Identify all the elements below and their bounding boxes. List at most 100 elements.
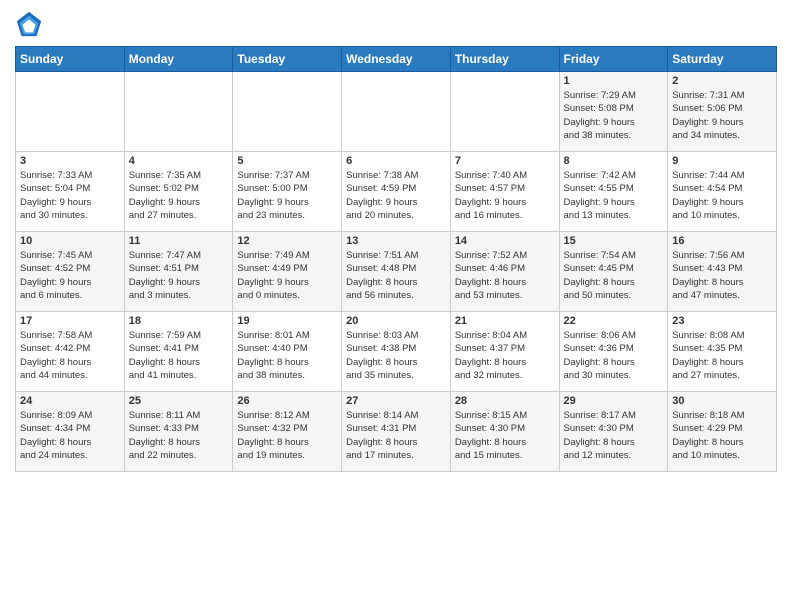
day-number: 23 [672,315,772,327]
day-info: Sunrise: 7:37 AM Sunset: 5:00 PM Dayligh… [237,169,337,222]
calendar-cell: 3Sunrise: 7:33 AM Sunset: 5:04 PM Daylig… [16,152,125,232]
day-number: 26 [237,395,337,407]
day-info: Sunrise: 7:40 AM Sunset: 4:57 PM Dayligh… [455,169,555,222]
calendar-cell: 27 Sunrise: 8:14 AM Sunset: 4:31 PM Dayli… [342,392,451,472]
day-number: 5 [237,155,337,167]
day-number: 27 [346,395,446,407]
calendar-cell: 26 Sunrise: 8:12 AM Sunset: 4:32 PM Dayli… [233,392,342,472]
calendar-cell: 21 Sunrise: 8:04 AM Sunset: 4:37 PM Dayli… [450,312,559,392]
calendar-cell: 20 Sunrise: 8:03 AM Sunset: 4:38 PM Dayli… [342,312,451,392]
day-info: Sunrise: 7:59 AM Sunset: 4:41 PM Dayligh… [129,329,229,382]
day-number: 24 [20,395,120,407]
day-info: Sunrise: 7:49 AM Sunset: 4:49 PM Dayligh… [237,249,337,302]
weekday-header: Thursday [450,47,559,72]
day-number: 18 [129,315,229,327]
weekday-header: Sunday [16,47,125,72]
calendar-week-row: 24 Sunrise: 8:09 AM Sunset: 4:34 PM Dayli… [16,392,777,472]
calendar-cell [124,72,233,152]
day-info: Sunrise: 8:15 AM Sunset: 4:30 PM Dayligh… [455,409,555,462]
calendar-cell: 4Sunrise: 7:35 AM Sunset: 5:02 PM Daylig… [124,152,233,232]
calendar-week-row: 17 Sunrise: 7:58 AM Sunset: 4:42 PM Dayli… [16,312,777,392]
logo-icon [15,10,43,38]
calendar-cell: 11 Sunrise: 7:47 AM Sunset: 4:51 PM Dayli… [124,232,233,312]
day-info: Sunrise: 7:38 AM Sunset: 4:59 PM Dayligh… [346,169,446,222]
calendar-cell: 6Sunrise: 7:38 AM Sunset: 4:59 PM Daylig… [342,152,451,232]
day-info: Sunrise: 8:14 AM Sunset: 4:31 PM Dayligh… [346,409,446,462]
day-info: Sunrise: 8:06 AM Sunset: 4:36 PM Dayligh… [564,329,664,382]
day-info: Sunrise: 7:31 AM Sunset: 5:06 PM Dayligh… [672,89,772,142]
day-number: 2 [672,75,772,87]
calendar-cell [450,72,559,152]
day-number: 16 [672,235,772,247]
day-info: Sunrise: 8:18 AM Sunset: 4:29 PM Dayligh… [672,409,772,462]
weekday-header: Friday [559,47,668,72]
calendar-cell [342,72,451,152]
calendar-cell: 13Sunrise: 7:51 AM Sunset: 4:48 PM Dayli… [342,232,451,312]
day-info: Sunrise: 8:12 AM Sunset: 4:32 PM Dayligh… [237,409,337,462]
day-info: Sunrise: 7:42 AM Sunset: 4:55 PM Dayligh… [564,169,664,222]
day-number: 19 [237,315,337,327]
day-info: Sunrise: 8:08 AM Sunset: 4:35 PM Dayligh… [672,329,772,382]
calendar-cell: 2 Sunrise: 7:31 AM Sunset: 5:06 PM Daylig… [668,72,777,152]
day-number: 20 [346,315,446,327]
header-row: SundayMondayTuesdayWednesdayThursdayFrid… [16,47,777,72]
day-number: 12 [237,235,337,247]
day-number: 3 [20,155,120,167]
calendar-cell: 25Sunrise: 8:11 AM Sunset: 4:33 PM Dayli… [124,392,233,472]
calendar-cell: 5 Sunrise: 7:37 AM Sunset: 5:00 PM Daylig… [233,152,342,232]
calendar-cell: 19 Sunrise: 8:01 AM Sunset: 4:40 PM Dayli… [233,312,342,392]
day-info: Sunrise: 7:51 AM Sunset: 4:48 PM Dayligh… [346,249,446,302]
calendar-cell: 1 Sunrise: 7:29 AM Sunset: 5:08 PM Daylig… [559,72,668,152]
calendar-cell: 9Sunrise: 7:44 AM Sunset: 4:54 PM Daylig… [668,152,777,232]
day-number: 17 [20,315,120,327]
day-info: Sunrise: 7:58 AM Sunset: 4:42 PM Dayligh… [20,329,120,382]
calendar-cell: 18 Sunrise: 7:59 AM Sunset: 4:41 PM Dayli… [124,312,233,392]
weekday-header: Monday [124,47,233,72]
calendar-cell: 15Sunrise: 7:54 AM Sunset: 4:45 PM Dayli… [559,232,668,312]
day-number: 15 [564,235,664,247]
day-number: 1 [564,75,664,87]
day-info: Sunrise: 8:01 AM Sunset: 4:40 PM Dayligh… [237,329,337,382]
day-info: Sunrise: 8:17 AM Sunset: 4:30 PM Dayligh… [564,409,664,462]
day-info: Sunrise: 8:11 AM Sunset: 4:33 PM Dayligh… [129,409,229,462]
day-info: Sunrise: 7:56 AM Sunset: 4:43 PM Dayligh… [672,249,772,302]
calendar-cell: 28 Sunrise: 8:15 AM Sunset: 4:30 PM Dayli… [450,392,559,472]
day-number: 10 [20,235,120,247]
calendar-cell: 10Sunrise: 7:45 AM Sunset: 4:52 PM Dayli… [16,232,125,312]
day-info: Sunrise: 8:04 AM Sunset: 4:37 PM Dayligh… [455,329,555,382]
calendar-week-row: 10Sunrise: 7:45 AM Sunset: 4:52 PM Dayli… [16,232,777,312]
calendar-week-row: 1 Sunrise: 7:29 AM Sunset: 5:08 PM Daylig… [16,72,777,152]
day-number: 22 [564,315,664,327]
weekday-header: Saturday [668,47,777,72]
day-number: 21 [455,315,555,327]
calendar-cell: 24 Sunrise: 8:09 AM Sunset: 4:34 PM Dayli… [16,392,125,472]
day-number: 8 [564,155,664,167]
day-number: 7 [455,155,555,167]
calendar-cell: 7 Sunrise: 7:40 AM Sunset: 4:57 PM Daylig… [450,152,559,232]
day-number: 28 [455,395,555,407]
day-info: Sunrise: 8:09 AM Sunset: 4:34 PM Dayligh… [20,409,120,462]
day-number: 11 [129,235,229,247]
day-info: Sunrise: 7:47 AM Sunset: 4:51 PM Dayligh… [129,249,229,302]
calendar-cell: 14Sunrise: 7:52 AM Sunset: 4:46 PM Dayli… [450,232,559,312]
calendar-cell: 16 Sunrise: 7:56 AM Sunset: 4:43 PM Dayli… [668,232,777,312]
weekday-header: Tuesday [233,47,342,72]
calendar-cell: 12 Sunrise: 7:49 AM Sunset: 4:49 PM Dayli… [233,232,342,312]
calendar-cell: 30Sunrise: 8:18 AM Sunset: 4:29 PM Dayli… [668,392,777,472]
calendar-table: SundayMondayTuesdayWednesdayThursdayFrid… [15,46,777,472]
calendar-cell [16,72,125,152]
calendar-week-row: 3Sunrise: 7:33 AM Sunset: 5:04 PM Daylig… [16,152,777,232]
calendar-cell: 29 Sunrise: 8:17 AM Sunset: 4:30 PM Dayli… [559,392,668,472]
logo [15,10,45,38]
main-container: SundayMondayTuesdayWednesdayThursdayFrid… [0,0,792,482]
calendar-cell [233,72,342,152]
calendar-cell: 17 Sunrise: 7:58 AM Sunset: 4:42 PM Dayli… [16,312,125,392]
calendar-cell: 23 Sunrise: 8:08 AM Sunset: 4:35 PM Dayli… [668,312,777,392]
day-number: 9 [672,155,772,167]
header [15,10,777,38]
day-info: Sunrise: 7:29 AM Sunset: 5:08 PM Dayligh… [564,89,664,142]
day-info: Sunrise: 8:03 AM Sunset: 4:38 PM Dayligh… [346,329,446,382]
day-number: 14 [455,235,555,247]
day-number: 4 [129,155,229,167]
day-number: 29 [564,395,664,407]
